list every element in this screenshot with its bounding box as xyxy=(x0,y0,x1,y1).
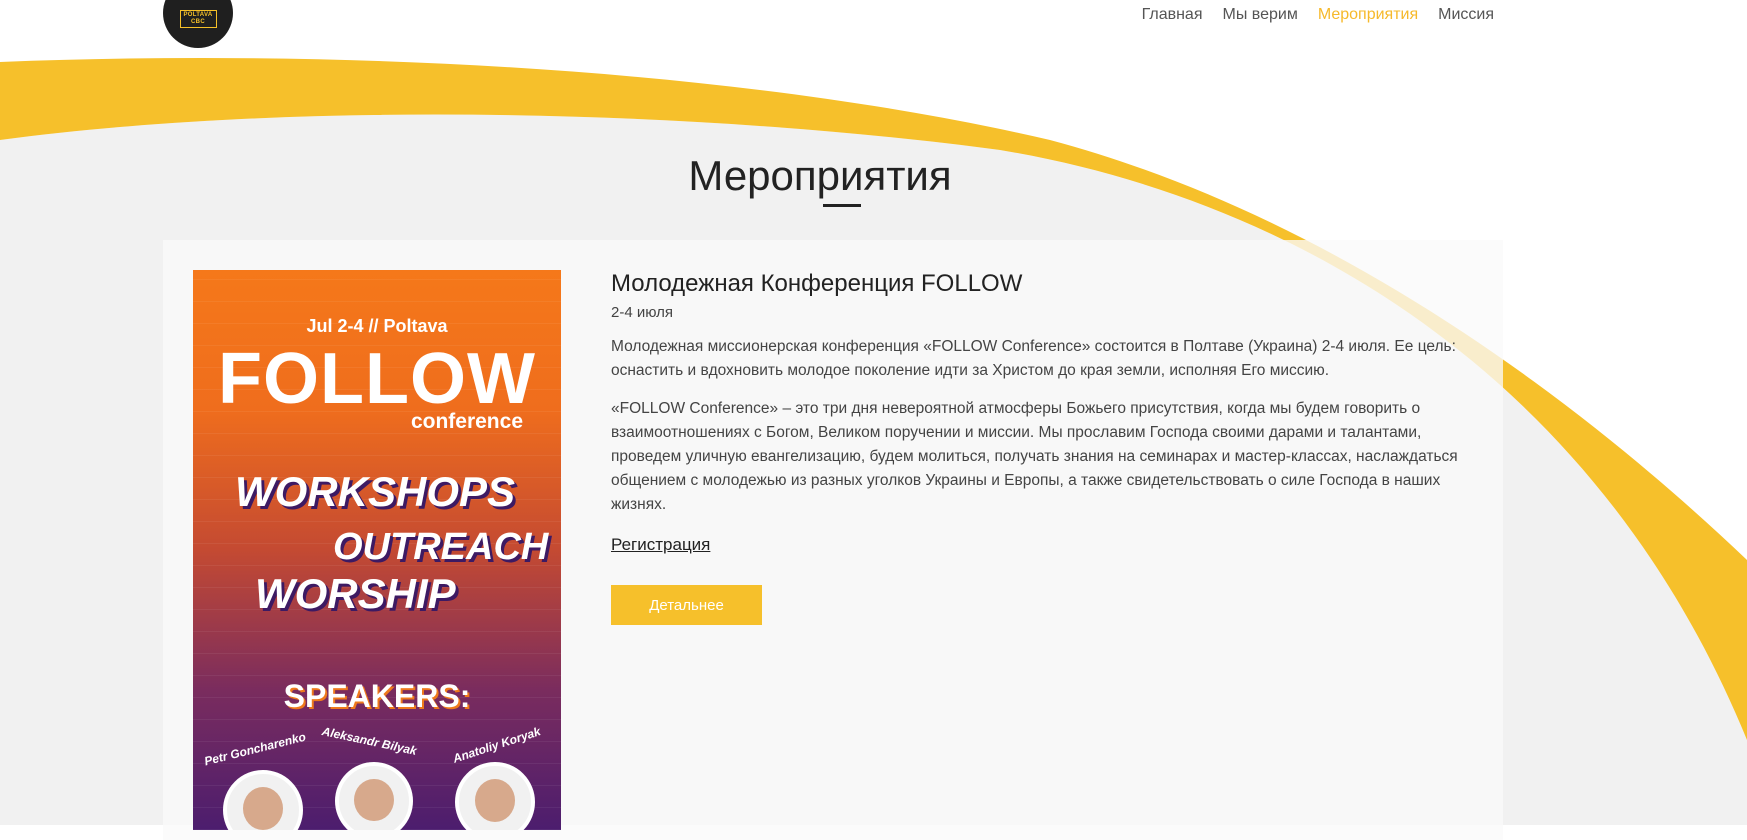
event-details: Молодежная Конференция FOLLOW 2-4 июля М… xyxy=(611,270,1481,625)
event-description: Молодежная миссионерская конференция «FO… xyxy=(611,338,1456,379)
logo-text-line1: POLTAVA xyxy=(183,12,213,18)
poster-line-workshops: WORKSHOPS xyxy=(235,468,516,515)
page-title: Мероприятия xyxy=(688,152,952,199)
nav-item-home[interactable]: Главная xyxy=(1142,6,1203,24)
poster-speakers-label: SPEAKERS: xyxy=(283,678,471,714)
event-description: «FOLLOW Conference» – это три дня неверо… xyxy=(611,400,1458,513)
register-link[interactable]: Регистрация xyxy=(611,535,710,555)
event-poster: Jul 2-4 // Poltava FOLLOW conference WOR… xyxy=(193,270,561,830)
logo-badge: POLTAVA CBC xyxy=(179,10,217,28)
event-title: Молодежная Конференция FOLLOW xyxy=(611,270,1023,297)
poster-line-worship: WORSHIP xyxy=(255,570,456,617)
nav-item-mission[interactable]: Миссия xyxy=(1438,6,1494,24)
poster-date: Jul 2-4 // Poltava xyxy=(306,316,448,336)
poster-line-outreach: OUTREACH xyxy=(333,526,549,568)
main-nav: Главная Мы верим Мероприятия Миссия xyxy=(1142,6,1494,24)
speaker-photo xyxy=(335,762,413,830)
nav-item-beliefs[interactable]: Мы верим xyxy=(1223,6,1298,24)
title-underline xyxy=(823,204,861,207)
logo-text-line2: CBC xyxy=(191,19,205,25)
poster-brand: FOLLOW xyxy=(218,339,536,419)
nav-item-events[interactable]: Мероприятия xyxy=(1318,6,1418,24)
event-date: 2-4 июля xyxy=(611,304,674,321)
details-button[interactable]: Детальнее xyxy=(611,585,762,625)
poster-brand-sub: conference xyxy=(410,410,523,433)
